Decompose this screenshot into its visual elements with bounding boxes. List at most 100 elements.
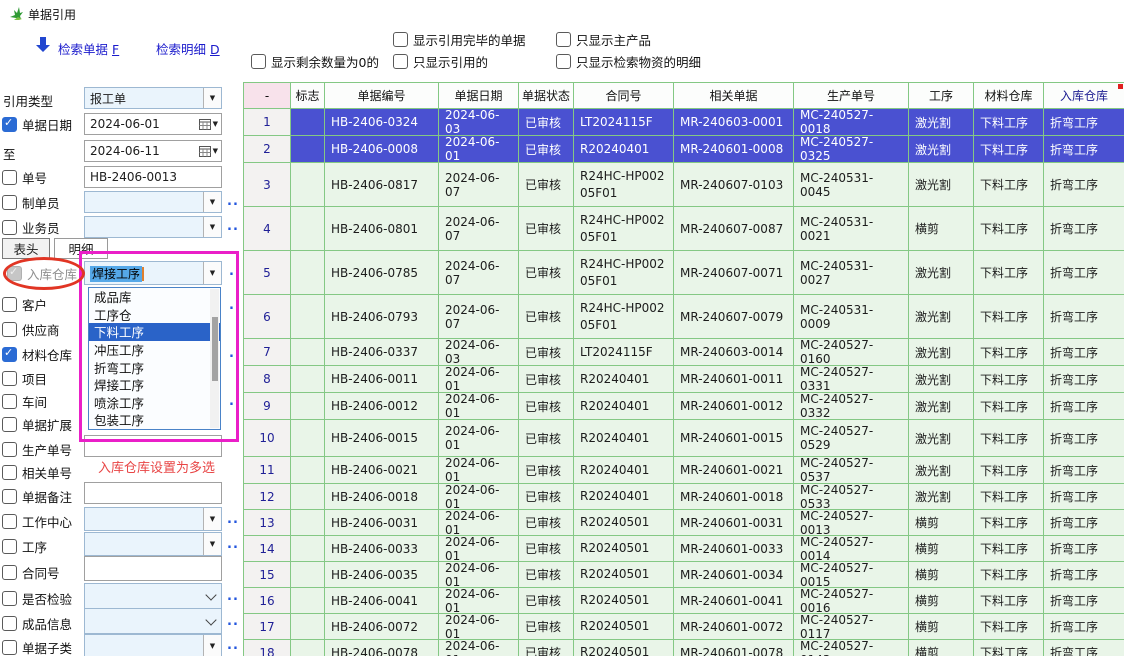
checkbox[interactable]: [2, 220, 17, 235]
salesman-more-button[interactable]: ..: [227, 223, 239, 231]
table-cell[interactable]: 11: [244, 457, 291, 484]
table-cell[interactable]: R24HC-HP00205F01: [574, 163, 674, 207]
table-cell[interactable]: 折弯工序: [1044, 510, 1124, 536]
table-row[interactable]: 5HB-2406-07852024-06-07已审核R24HC-HP00205F…: [244, 251, 1124, 295]
table-cell[interactable]: R24HC-HP00205F01: [574, 295, 674, 339]
table-cell[interactable]: 已审核: [519, 393, 574, 420]
table-cell[interactable]: MC-240527-0529: [794, 420, 909, 457]
dropdown-arrow-icon[interactable]: ▼: [203, 262, 221, 284]
table-cell[interactable]: HB-2406-0018: [325, 484, 439, 510]
checkbox[interactable]: [2, 591, 17, 606]
table-cell[interactable]: R20240401: [574, 420, 674, 457]
doc-no-input[interactable]: HB-2406-0013: [84, 166, 222, 188]
table-cell[interactable]: MC-240527-0331: [794, 366, 909, 393]
table-cell[interactable]: HB-2406-0337: [325, 339, 439, 366]
table-cell[interactable]: HB-2406-0801: [325, 207, 439, 251]
table-cell[interactable]: MR-240607-0079: [674, 295, 794, 339]
table-cell[interactable]: 下料工序: [974, 393, 1044, 420]
more-dot[interactable]: .: [229, 268, 235, 276]
table-cell[interactable]: 2024-06-01: [439, 510, 519, 536]
table-cell[interactable]: 8: [244, 366, 291, 393]
inspect-checkbox-row[interactable]: 是否检验: [2, 589, 72, 608]
table-cell[interactable]: HB-2406-0012: [325, 393, 439, 420]
maker-combobox[interactable]: ▼: [84, 191, 222, 213]
checkbox-only-referenced[interactable]: 只显示引用的: [393, 52, 488, 71]
table-cell[interactable]: 10: [244, 420, 291, 457]
checkbox[interactable]: [2, 170, 17, 185]
salesman-combobox[interactable]: ▼: [84, 216, 222, 238]
checkbox[interactable]: [2, 371, 17, 386]
table-cell[interactable]: 已审核: [519, 640, 574, 656]
table-row[interactable]: 16HB-2406-00412024-06-01已审核R20240501MR-2…: [244, 588, 1124, 614]
table-cell[interactable]: MC-240527-0533: [794, 484, 909, 510]
checkbox[interactable]: [2, 297, 17, 312]
table-cell[interactable]: 折弯工序: [1044, 393, 1124, 420]
table-row[interactable]: 13HB-2406-00312024-06-01已审核R20240501MR-2…: [244, 510, 1124, 536]
table-cell[interactable]: 激光割: [909, 457, 974, 484]
table-cell[interactable]: HB-2406-0033: [325, 536, 439, 562]
table-cell[interactable]: [291, 339, 325, 366]
column-header[interactable]: -: [244, 83, 291, 109]
table-cell[interactable]: MR-240601-0011: [674, 366, 794, 393]
table-cell[interactable]: 已审核: [519, 295, 574, 339]
table-cell[interactable]: 横剪: [909, 640, 974, 656]
checkbox[interactable]: [7, 266, 22, 281]
table-cell[interactable]: 18: [244, 640, 291, 656]
table-cell[interactable]: 2024-06-01: [439, 562, 519, 588]
table-cell[interactable]: [291, 366, 325, 393]
table-cell[interactable]: R20240501: [574, 588, 674, 614]
related-no-checkbox-row[interactable]: 相关单号: [2, 463, 72, 482]
table-row[interactable]: 9HB-2406-00122024-06-01已审核R20240401MR-24…: [244, 393, 1124, 420]
table-cell[interactable]: 2024-06-01: [439, 420, 519, 457]
checkbox-show-zero-remaining[interactable]: 显示剩余数量为0的: [251, 52, 379, 71]
table-row[interactable]: 1HB-2406-03242024-06-03已审核LT2024115FMR-2…: [244, 109, 1124, 136]
column-header[interactable]: 单据状态: [519, 83, 574, 109]
table-cell[interactable]: 下料工序: [974, 295, 1044, 339]
table-cell[interactable]: MR-240607-0103: [674, 163, 794, 207]
dropdown-scrollbar[interactable]: [210, 289, 219, 428]
table-cell[interactable]: [291, 109, 325, 136]
table-cell[interactable]: 折弯工序: [1044, 366, 1124, 393]
checkbox[interactable]: [2, 417, 17, 432]
table-cell[interactable]: MC-240527-0143: [794, 640, 909, 656]
table-cell[interactable]: 折弯工序: [1044, 136, 1124, 163]
table-cell[interactable]: 折弯工序: [1044, 562, 1124, 588]
table-cell[interactable]: HB-2406-0817: [325, 163, 439, 207]
table-cell[interactable]: MC-240527-0332: [794, 393, 909, 420]
table-cell[interactable]: HB-2406-0015: [325, 420, 439, 457]
table-cell[interactable]: 已审核: [519, 484, 574, 510]
table-row[interactable]: 15HB-2406-00352024-06-01已审核R20240501MR-2…: [244, 562, 1124, 588]
work-center-checkbox-row[interactable]: 工作中心: [2, 512, 72, 531]
table-cell[interactable]: MR-240601-0015: [674, 420, 794, 457]
table-cell[interactable]: R24HC-HP00205F01: [574, 207, 674, 251]
table-cell[interactable]: [291, 393, 325, 420]
table-cell[interactable]: 横剪: [909, 510, 974, 536]
table-cell[interactable]: 下料工序: [974, 614, 1044, 640]
search-documents-link[interactable]: 检索单据 F: [58, 39, 119, 58]
table-row[interactable]: 4HB-2406-08012024-06-07已审核R24HC-HP00205F…: [244, 207, 1124, 251]
doc-subtype-checkbox-row[interactable]: 单据子类: [2, 638, 72, 656]
table-row[interactable]: 18HB-2406-00782024-06-01已审核R20240501MR-2…: [244, 640, 1124, 656]
table-cell[interactable]: [291, 536, 325, 562]
table-cell[interactable]: 折弯工序: [1044, 109, 1124, 136]
doc-date-checkbox-row[interactable]: 单据日期: [2, 115, 72, 134]
table-cell[interactable]: 已审核: [519, 420, 574, 457]
maker-checkbox-row[interactable]: 制单员: [2, 193, 60, 212]
table-cell[interactable]: 下料工序: [974, 484, 1044, 510]
work-center-combobox[interactable]: ▼: [84, 507, 222, 531]
table-cell[interactable]: [291, 588, 325, 614]
table-cell[interactable]: 下料工序: [974, 339, 1044, 366]
doc-subtype-combobox[interactable]: ▼: [84, 634, 222, 656]
table-cell[interactable]: 2024-06-07: [439, 251, 519, 295]
table-cell[interactable]: MC-240527-0325: [794, 136, 909, 163]
dropdown-arrow-icon[interactable]: ▼: [203, 533, 221, 555]
table-cell[interactable]: [291, 420, 325, 457]
table-cell[interactable]: 2024-06-03: [439, 109, 519, 136]
search-detail-link[interactable]: 检索明细 D: [156, 39, 220, 58]
table-cell[interactable]: 折弯工序: [1044, 207, 1124, 251]
dropdown-item[interactable]: 工序仓: [89, 306, 220, 324]
table-cell[interactable]: 3: [244, 163, 291, 207]
table-cell[interactable]: 2024-06-01: [439, 588, 519, 614]
table-cell[interactable]: 激光割: [909, 420, 974, 457]
table-cell[interactable]: 已审核: [519, 588, 574, 614]
